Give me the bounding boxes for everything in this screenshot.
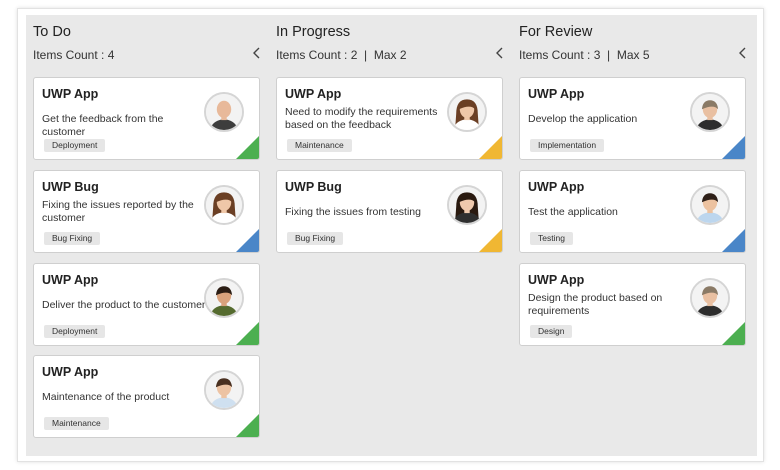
card-title: UWP Bug xyxy=(285,180,342,194)
avatar xyxy=(690,185,730,225)
card-color-indicator xyxy=(236,414,259,437)
column-in-progress: In Progress Items Count : 2 | Max 2 UWP … xyxy=(269,15,512,456)
card-description: Deliver the product to the customer xyxy=(42,299,206,311)
kanban-card[interactable]: UWP Bug Fixing the issues reported by th… xyxy=(33,170,260,253)
collapse-chevron-icon[interactable] xyxy=(494,46,506,60)
kanban-frame: To Do Items Count : 4 UWP App Get the fe… xyxy=(17,8,764,462)
card-title: UWP App xyxy=(528,180,585,194)
column-items-count: Items Count : 2 | Max 2 xyxy=(276,48,407,62)
card-tag: Bug Fixing xyxy=(44,232,101,245)
column-items-count: Items Count : 3 | Max 5 xyxy=(519,48,650,62)
card-description: Fixing the issues reported by the custom… xyxy=(42,199,194,224)
card-title: UWP App xyxy=(528,273,585,287)
kanban-card[interactable]: UWP App Test the application Testing xyxy=(519,170,746,253)
card-description: Get the feedback from the customer xyxy=(42,113,164,138)
avatar xyxy=(447,92,487,132)
kanban-card[interactable]: UWP App Design the product based on requ… xyxy=(519,263,746,346)
card-title: UWP App xyxy=(42,365,99,379)
card-tag: Design xyxy=(530,325,573,338)
card-color-indicator xyxy=(479,229,502,252)
card-color-indicator xyxy=(236,229,259,252)
card-title: UWP App xyxy=(42,87,99,101)
card-description: Fixing the issues from testing xyxy=(285,206,421,218)
card-tag: Maintenance xyxy=(287,139,352,152)
card-title: UWP App xyxy=(285,87,342,101)
collapse-chevron-icon[interactable] xyxy=(251,46,263,60)
avatar xyxy=(447,185,487,225)
card-color-indicator xyxy=(236,322,259,345)
avatar xyxy=(690,92,730,132)
card-title: UWP App xyxy=(42,273,99,287)
column-for-review: For Review Items Count : 3 | Max 5 UWP A… xyxy=(512,15,755,456)
kanban-card[interactable]: UWP App Develop the application Implemen… xyxy=(519,77,746,160)
card-description: Need to modify the requirements based on… xyxy=(285,106,438,131)
kanban-card[interactable]: UWP App Need to modify the requirements … xyxy=(276,77,503,160)
avatar xyxy=(204,92,244,132)
column-title: For Review xyxy=(519,24,593,40)
card-tag: Maintenance xyxy=(44,417,109,430)
kanban-card[interactable]: UWP Bug Fixing the issues from testing B… xyxy=(276,170,503,253)
card-description: Design the product based on requirements xyxy=(528,292,663,317)
column-items-count: Items Count : 4 xyxy=(33,48,115,62)
collapse-chevron-icon[interactable] xyxy=(737,46,749,60)
card-description: Test the application xyxy=(528,206,618,218)
avatar xyxy=(204,278,244,318)
column-title: To Do xyxy=(33,24,71,40)
card-tag: Implementation xyxy=(530,139,605,152)
card-description: Maintenance of the product xyxy=(42,391,170,403)
column-to-do: To Do Items Count : 4 UWP App Get the fe… xyxy=(26,15,269,456)
card-description: Develop the application xyxy=(528,113,638,125)
card-color-indicator xyxy=(722,229,745,252)
card-color-indicator xyxy=(722,136,745,159)
kanban-card[interactable]: UWP App Maintenance of the product Maint… xyxy=(33,355,260,438)
column-title: In Progress xyxy=(276,24,351,40)
kanban-board: To Do Items Count : 4 UWP App Get the fe… xyxy=(26,15,757,456)
avatar xyxy=(204,185,244,225)
card-color-indicator xyxy=(479,136,502,159)
card-title: UWP Bug xyxy=(42,180,99,194)
card-tag: Testing xyxy=(530,232,573,245)
card-color-indicator xyxy=(236,136,259,159)
card-tag: Deployment xyxy=(44,139,106,152)
card-title: UWP App xyxy=(528,87,585,101)
avatar xyxy=(690,278,730,318)
card-tag: Bug Fixing xyxy=(287,232,344,245)
avatar xyxy=(204,370,244,410)
card-tag: Deployment xyxy=(44,325,106,338)
kanban-card[interactable]: UWP App Get the feedback from the custom… xyxy=(33,77,260,160)
kanban-card[interactable]: UWP App Deliver the product to the custo… xyxy=(33,263,260,346)
card-color-indicator xyxy=(722,322,745,345)
